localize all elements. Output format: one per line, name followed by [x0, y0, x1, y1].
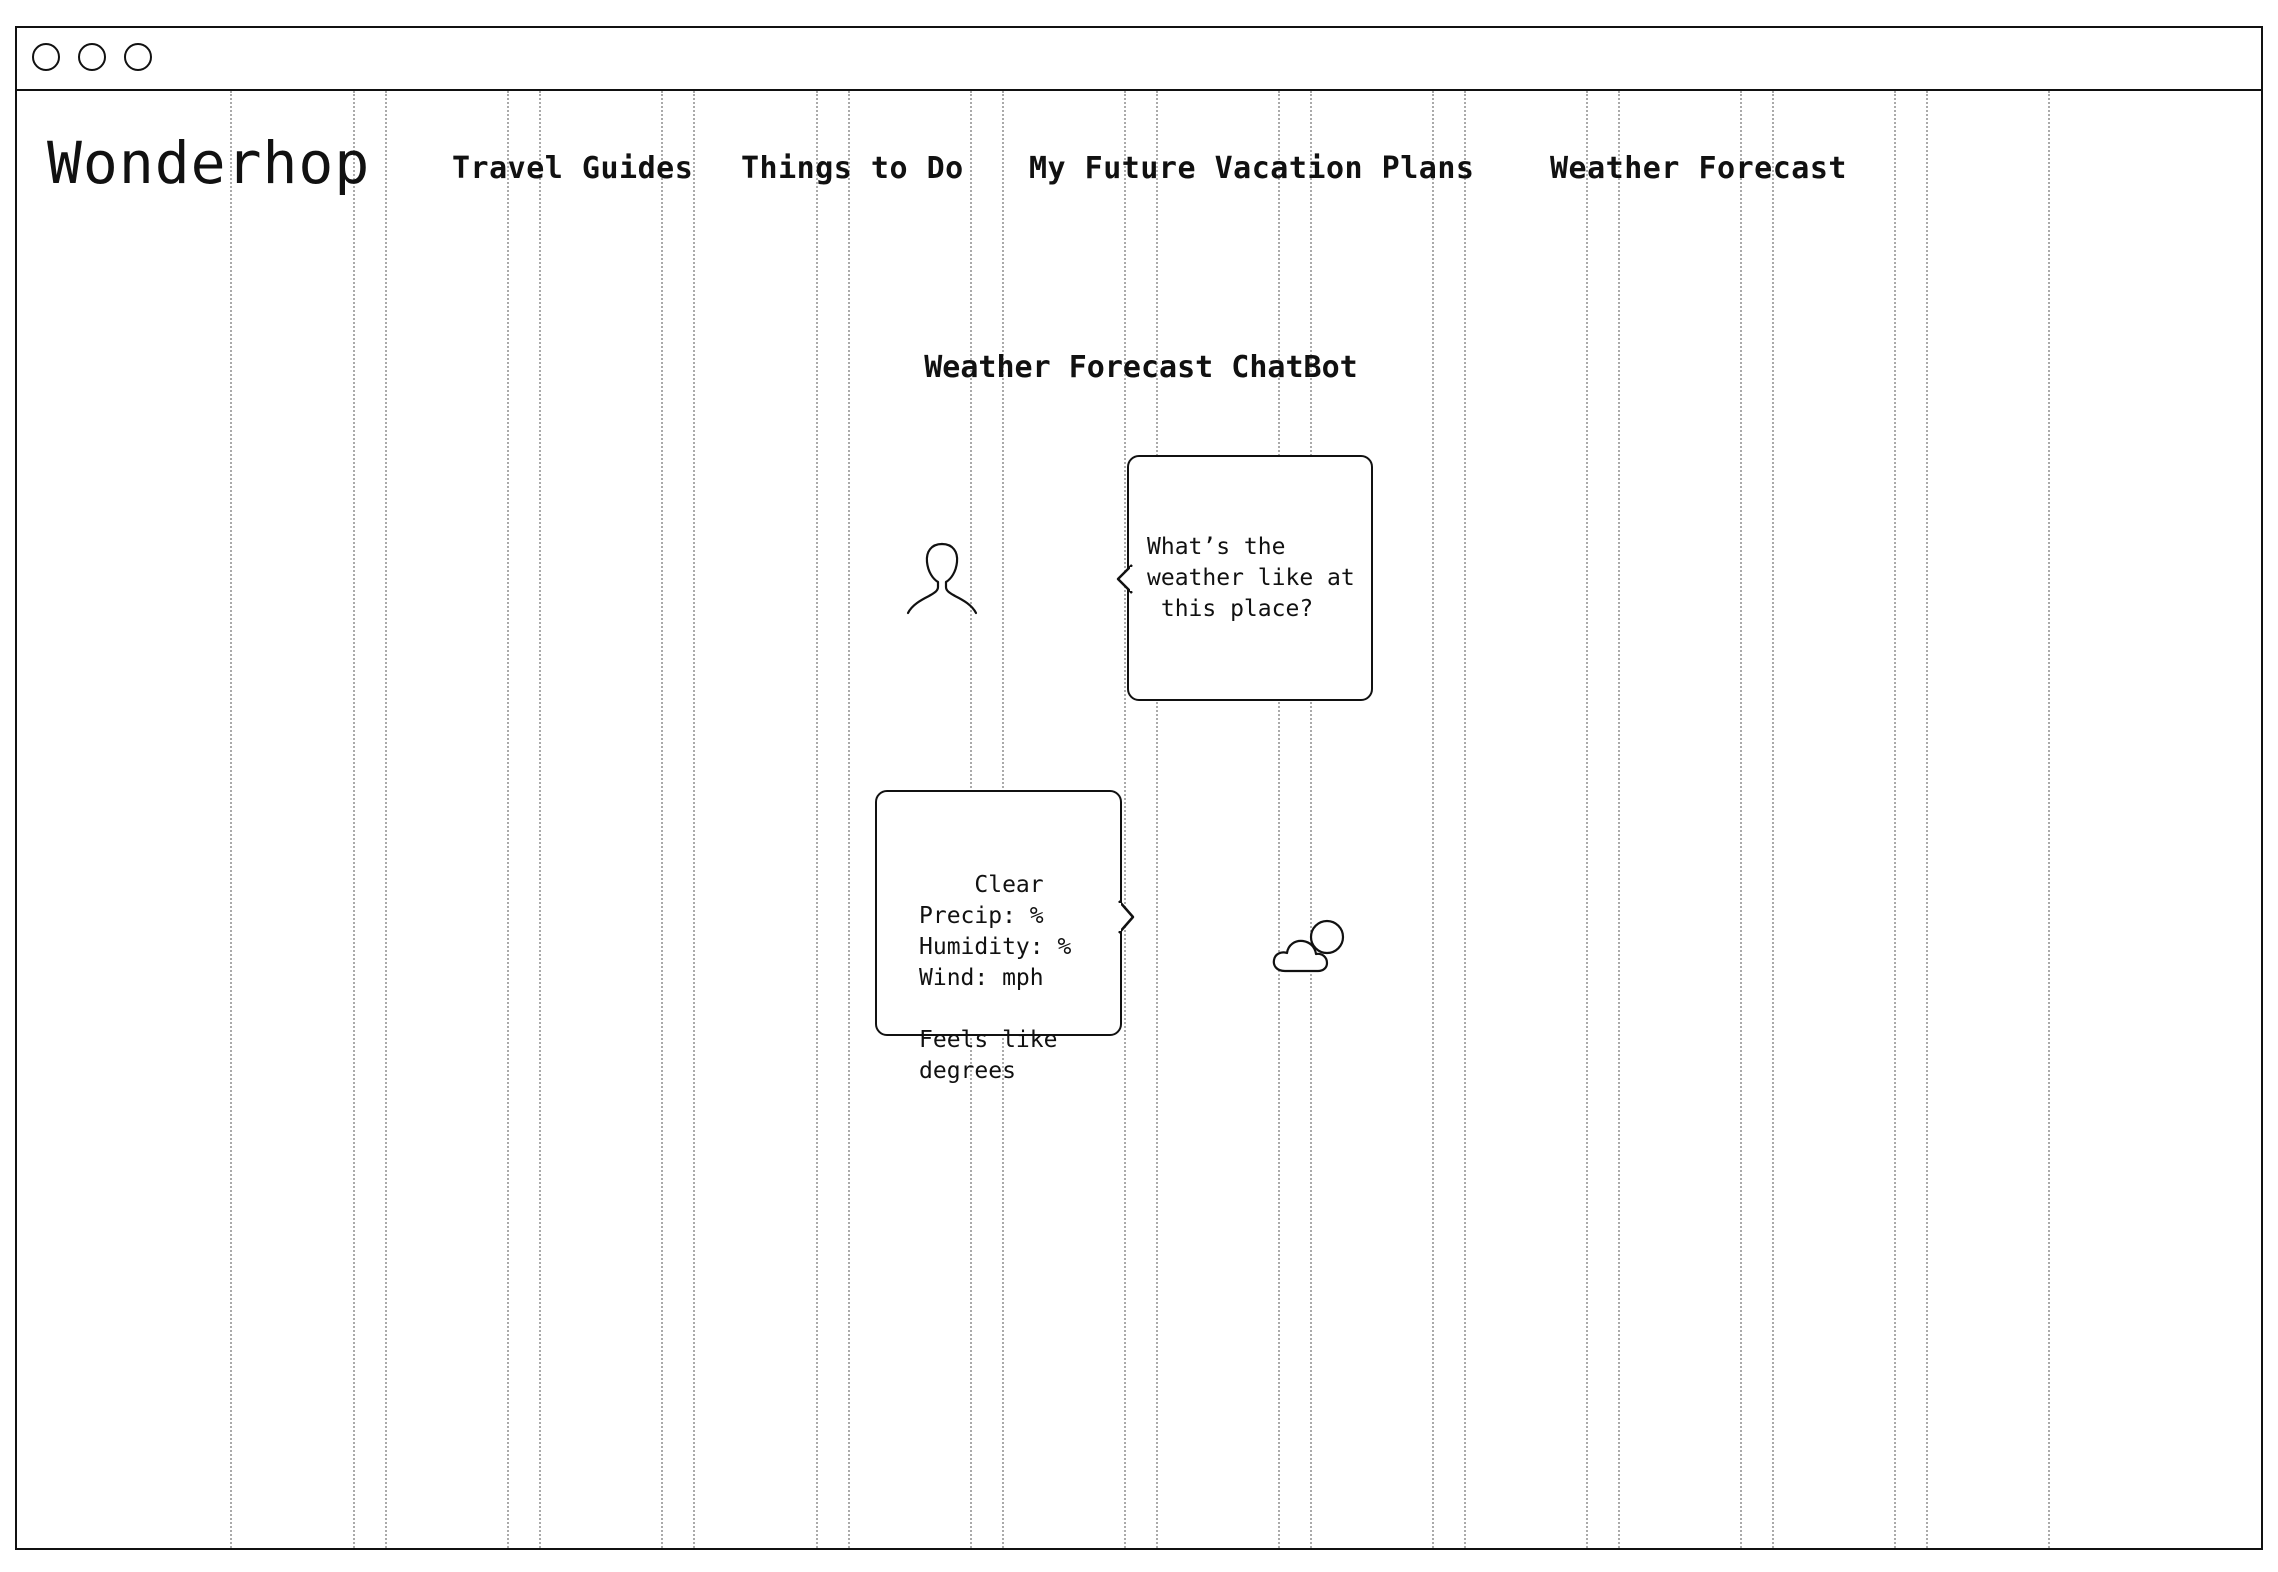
bubble-tail — [1116, 564, 1137, 594]
user-avatar-icon — [906, 542, 978, 615]
layout-grid-guides — [17, 91, 2261, 1548]
site-logo[interactable]: Wonderhop — [47, 134, 370, 192]
user-message-text: What’s the weather like at this place? — [1147, 533, 1355, 622]
window-maximize-button[interactable] — [124, 43, 152, 71]
window-minimize-button[interactable] — [78, 43, 106, 71]
nav-weather-forecast[interactable]: Weather Forecast — [1550, 154, 1847, 184]
window-close-button[interactable] — [32, 43, 60, 71]
chatbot-title: Weather Forecast ChatBot — [924, 350, 1358, 385]
nav-things-to-do[interactable]: Things to Do — [741, 154, 964, 184]
nav-travel-guides[interactable]: Travel Guides — [452, 154, 693, 184]
nav-future-vacation-plans[interactable]: My Future Vacation Plans — [1029, 154, 1474, 184]
bot-message-bubble: Clear Precip: % Humidity: % Wind: mph Fe… — [875, 790, 1135, 1084]
browser-window: Wonderhop Travel Guides Things to Do My … — [15, 26, 2263, 1550]
bubble-tail — [1114, 900, 1135, 934]
bot-message-text: Clear Precip: % Humidity: % Wind: mph Fe… — [919, 872, 1072, 1084]
partly-cloudy-icon — [1272, 919, 1345, 973]
user-message-bubble: What’s the weather like at this place? — [1116, 455, 1373, 701]
window-titlebar — [17, 28, 2261, 91]
